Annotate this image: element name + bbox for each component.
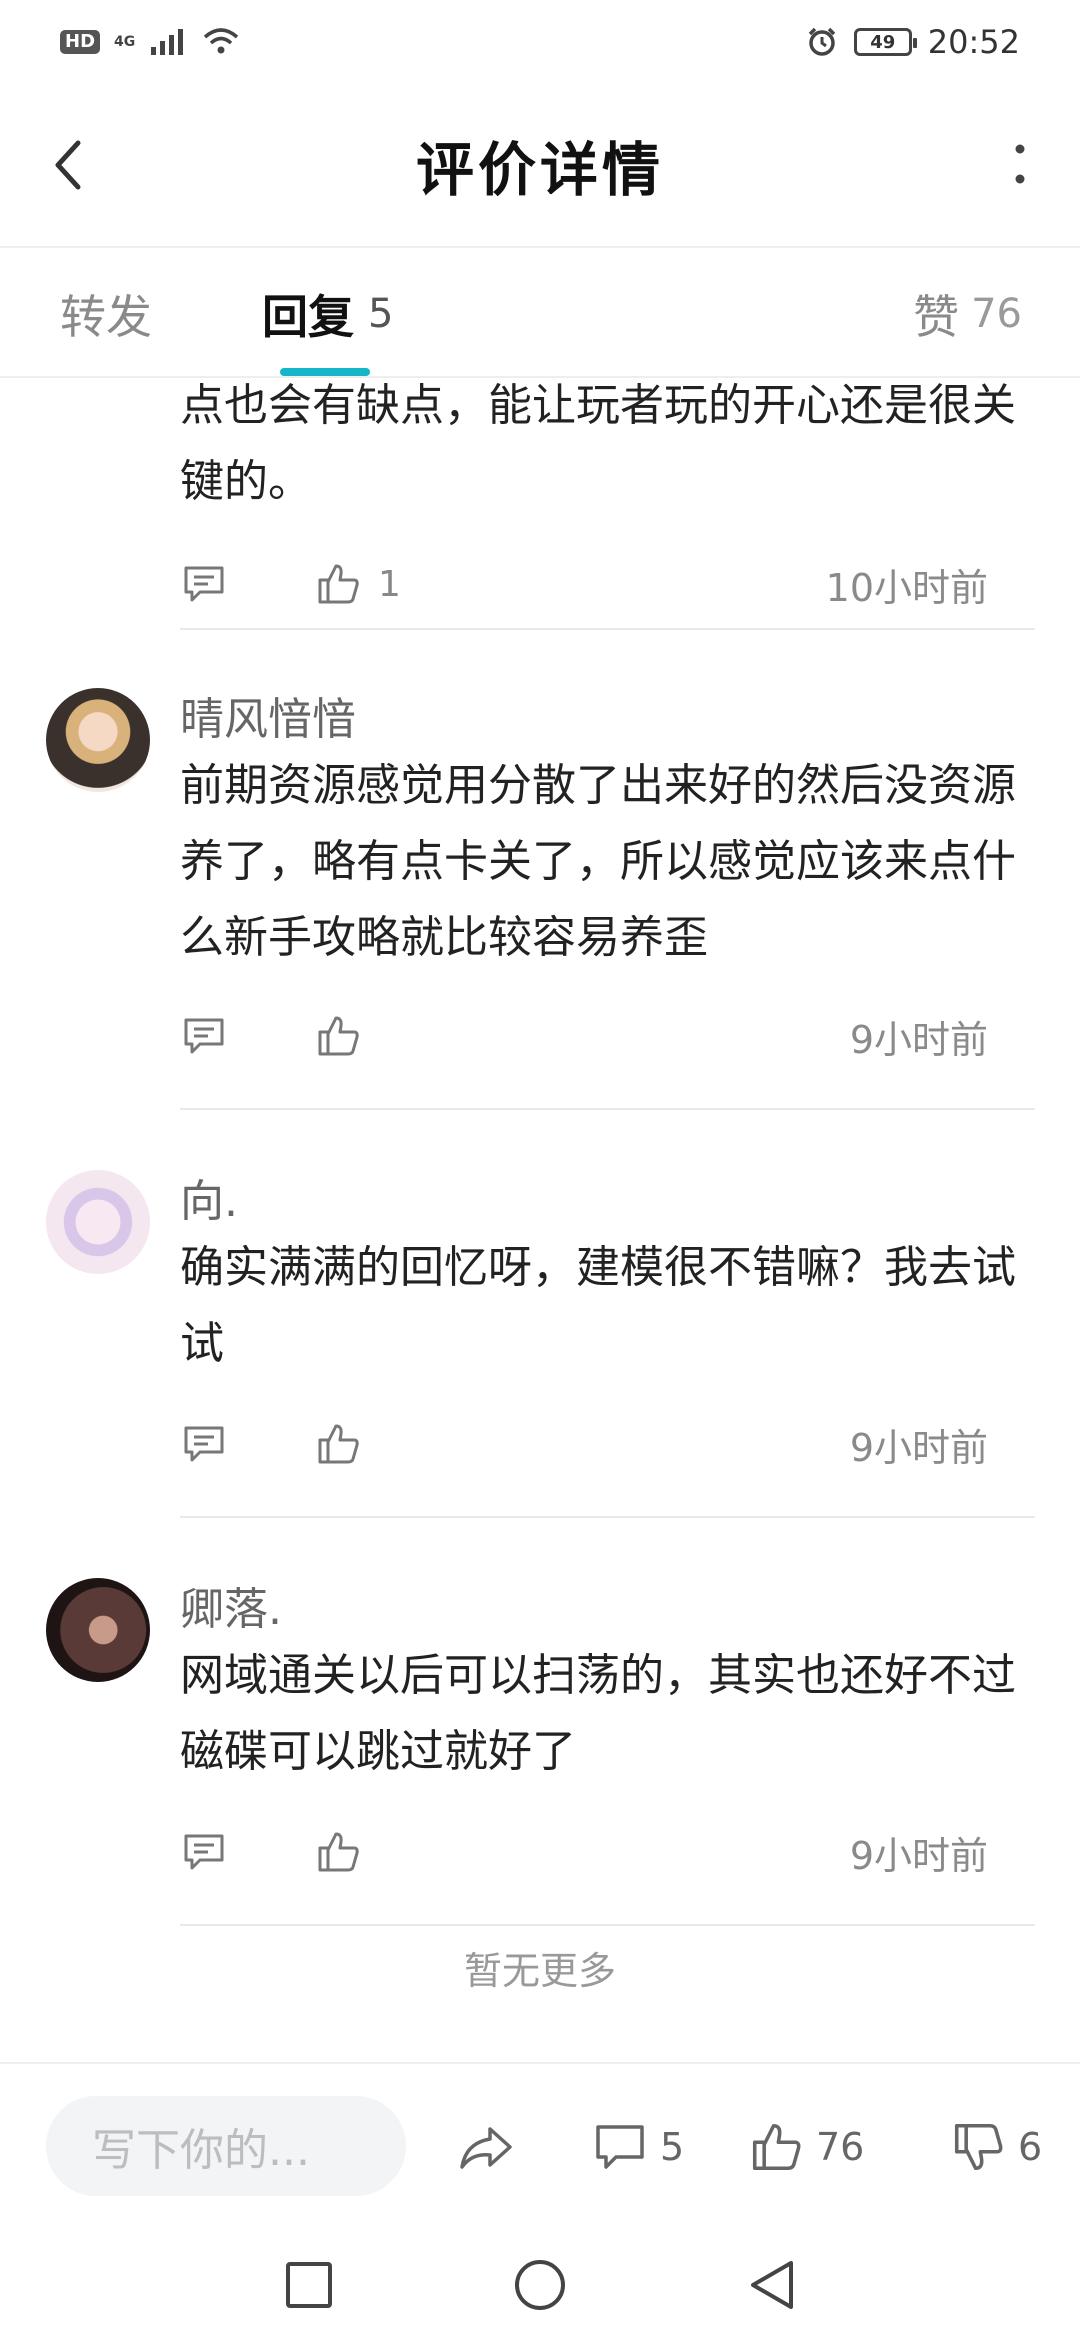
- status-right: 49 20:52: [806, 23, 1020, 61]
- thumbs-up-icon: [318, 1424, 359, 1464]
- avatar[interactable]: [46, 1170, 150, 1274]
- tab-likes-label: 赞: [913, 290, 960, 344]
- alarm-icon: [808, 27, 836, 56]
- like-count: 1: [378, 563, 401, 605]
- tab-reply-count: 5: [368, 291, 394, 337]
- divider: [180, 1924, 1035, 1926]
- thumbs-up-icon: [318, 1016, 359, 1056]
- back-button[interactable]: [38, 135, 98, 195]
- divider: [180, 1108, 1035, 1110]
- comment-text: 前期资源感觉用分散了出来好的然后没资源养了，略有点卡关了，所以感觉应该来点什么新…: [180, 760, 1016, 963]
- comment-text: 确实满满的回忆呀，建模很不错嘛？我去试试: [180, 1242, 1016, 1369]
- more-button[interactable]: [998, 135, 1042, 195]
- status-left: HD 4G: [60, 27, 239, 57]
- tab-reply[interactable]: 回复 5: [262, 250, 393, 378]
- clock: 20:52: [927, 23, 1020, 61]
- circle-icon: [515, 2260, 565, 2310]
- input-placeholder: 写下你的...: [92, 2125, 310, 2176]
- tab-reply-label: 回复: [262, 290, 354, 344]
- hd-badge: HD: [60, 30, 101, 54]
- dislike-count: 6: [1018, 2125, 1043, 2169]
- network-type: 4G: [114, 34, 136, 50]
- recent-apps-button[interactable]: [274, 2250, 344, 2320]
- share-button[interactable]: [458, 2064, 514, 2230]
- thumbs-up-icon: [318, 564, 359, 604]
- bottom-action-bar: 写下你的... 5 76 6: [0, 2062, 1080, 2228]
- reply-button[interactable]: [180, 1014, 228, 1058]
- more-vertical-icon: [1015, 144, 1025, 184]
- like-button[interactable]: 76: [750, 2064, 864, 2230]
- tab-forward[interactable]: 转发: [60, 250, 152, 378]
- square-icon: [286, 2262, 332, 2308]
- comment-bubble-icon: [184, 566, 224, 602]
- tab-bar: 转发 回复 5 赞 76: [0, 250, 1080, 378]
- write-comment-input[interactable]: 写下你的...: [46, 2096, 406, 2196]
- comment-button[interactable]: 5: [594, 2064, 684, 2230]
- triangle-back-icon: [751, 2261, 793, 2309]
- comment-text: 网域通关以后可以扫荡的，其实也还好不过磁碟可以跳过就好了: [180, 1650, 1016, 1777]
- share-arrow-icon: [460, 2127, 512, 2169]
- thumbs-up-icon: [318, 1832, 359, 1872]
- battery-indicator: 49: [853, 28, 917, 56]
- tab-likes[interactable]: 赞 76: [913, 250, 1022, 378]
- comment-time: 9小时前: [849, 1833, 988, 1878]
- like-button[interactable]: [316, 1422, 378, 1466]
- comment-bubble-icon: [184, 1426, 224, 1462]
- like-button[interactable]: 1: [316, 562, 401, 606]
- comment-author[interactable]: 卿落.: [180, 1573, 282, 1637]
- like-button[interactable]: [316, 1014, 378, 1058]
- reply-button[interactable]: [180, 562, 228, 606]
- comment-count: 5: [660, 2125, 685, 2169]
- signal-icon: [151, 29, 184, 55]
- comment-list[interactable]: 点也会有缺点，能让玩者玩的开心还是很关键的。 1 10小时前 晴风愔愔 前期资源…: [0, 378, 1080, 2060]
- comment-actions: 9小时前: [180, 1006, 988, 1066]
- like-button[interactable]: [316, 1830, 378, 1874]
- comment-author[interactable]: 晴风愔愔: [180, 683, 356, 747]
- reply-button[interactable]: [180, 1830, 228, 1874]
- comment-author[interactable]: 向.: [180, 1165, 238, 1229]
- divider: [180, 1516, 1035, 1518]
- avatar[interactable]: [46, 688, 150, 792]
- tab-forward-label: 转发: [60, 290, 152, 344]
- home-button[interactable]: [505, 2250, 575, 2320]
- system-nav-bar: [0, 2230, 1080, 2340]
- battery-level: 49: [870, 31, 896, 53]
- no-more-text: 暂无更多: [463, 1949, 616, 1993]
- header: 评价详情: [0, 84, 1080, 248]
- comment-time: 10小时前: [825, 565, 988, 610]
- like-count: 76: [816, 2125, 865, 2169]
- comment-bubble-icon: [184, 1834, 224, 1870]
- comment-time: 9小时前: [849, 1425, 988, 1470]
- tab-likes-count: 76: [971, 291, 1022, 337]
- system-back-button[interactable]: [736, 2250, 806, 2320]
- comment-actions: 1 10小时前: [180, 554, 988, 614]
- comment-text: 点也会有缺点，能让玩者玩的开心还是很关键的。: [180, 380, 1016, 507]
- comment-bubble-icon: [184, 1018, 224, 1054]
- status-bar: HD 4G 49 20:52: [0, 0, 1080, 84]
- comment-actions: 9小时前: [180, 1822, 988, 1882]
- wifi-icon: [204, 28, 239, 54]
- thumbs-down-icon: [954, 2123, 1003, 2171]
- avatar[interactable]: [46, 1578, 150, 1682]
- divider: [180, 628, 1035, 630]
- page-title: 评价详情: [415, 136, 664, 204]
- thumbs-up-icon: [752, 2123, 801, 2171]
- tab-active-indicator: [280, 368, 370, 376]
- reply-button[interactable]: [180, 1422, 228, 1466]
- comment-actions: 9小时前: [180, 1414, 988, 1474]
- comment-bubble-icon: [596, 2125, 644, 2169]
- comment-time: 9小时前: [849, 1017, 988, 1062]
- dislike-button[interactable]: 6: [952, 2064, 1042, 2230]
- chevron-left-icon: [55, 140, 81, 190]
